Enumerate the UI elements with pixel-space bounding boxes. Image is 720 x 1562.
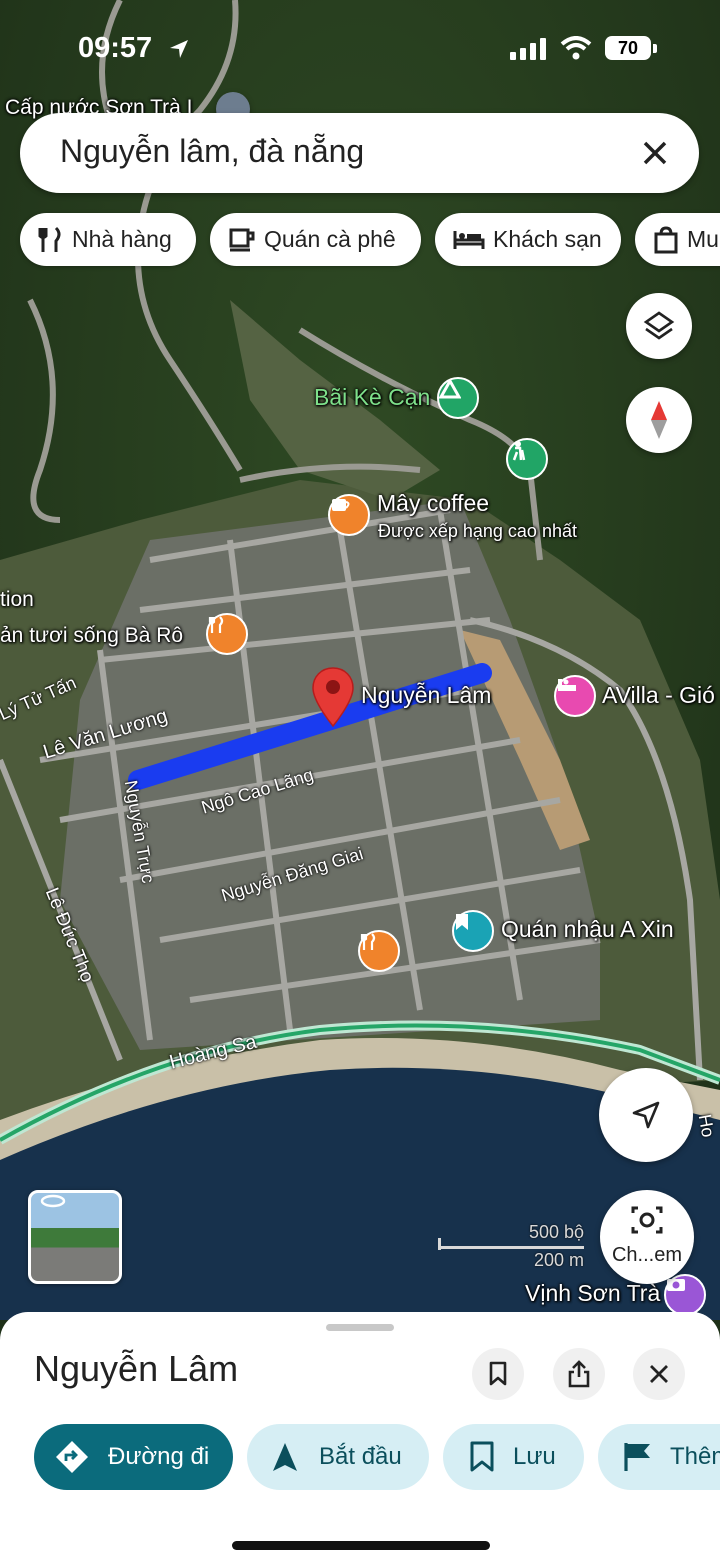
lens-button[interactable]: Ch...em [600,1190,694,1284]
chip-restaurants[interactable]: Nhà hàng [20,213,196,266]
clear-search-icon[interactable] [633,131,677,175]
scale-label-feet: 500 bộ [528,1222,584,1242]
place-title: Nguyễn Lâm [34,1348,239,1389]
more-label: Thêm [670,1443,720,1470]
poi-label-may-coffee[interactable]: Mây coffee [377,490,489,517]
street-view-rotate-icon [40,1194,66,1208]
directions-label: Đường đi [108,1443,210,1470]
compass-icon [651,401,667,439]
street-view-thumbnail[interactable] [28,1190,122,1284]
navigation-arrow-icon [273,1443,297,1471]
layers-button[interactable] [626,293,692,359]
directions-button[interactable]: Đường đi [34,1424,233,1490]
coffee-cup-icon [229,228,255,251]
place-bottom-sheet[interactable]: Nguyễn Lâm Đường đi Bắt đầu Lưu Thêm [0,1312,720,1562]
status-bar: 09:57 70 [0,30,720,70]
bed-icon [453,230,485,249]
poi-label-hai-san[interactable]: ản tươi sống Bà Rô [0,624,183,648]
scale-line [438,1246,584,1249]
poi-label-selected[interactable]: Nguyễn Lâm [361,682,491,709]
save-place-button[interactable] [472,1348,524,1400]
cellular-signal-icon [510,38,546,60]
flag-icon [624,1443,650,1471]
bookmark-icon [470,1441,494,1472]
wifi-icon [560,36,592,60]
bar-pin-icon[interactable] [452,910,494,952]
start-label: Bắt đầu [319,1443,402,1470]
chip-cafes[interactable]: Quán cà phê [210,213,421,266]
close-icon [650,1365,668,1383]
scale-label-meters: 200 m [533,1250,584,1270]
selected-location-pin-icon[interactable] [311,666,355,728]
map-scale-bar: 500 bộ 200 m [436,1222,586,1270]
search-query[interactable]: Nguyễn lâm, đà nẵng [60,133,364,170]
chip-shopping[interactable]: Mu [635,213,720,266]
poi-label-may-coffee-sub: Được xếp hạng cao nhất [378,521,577,541]
battery-cap [653,44,657,53]
shopping-bag-icon [654,225,678,253]
scale-tick [438,1238,441,1250]
camera-search-icon [631,1206,663,1234]
share-icon [568,1360,590,1388]
save-button[interactable]: Lưu [443,1424,584,1490]
compass-button[interactable] [626,387,692,453]
chip-label: Nhà hàng [72,226,172,252]
status-time: 09:57 [78,32,153,64]
chip-label: Quán cà phê [264,226,396,252]
poi-label-bai-ke-can[interactable]: Bãi Kè Cạn [314,384,430,411]
lens-button-label: Ch...em [611,1244,683,1266]
poi-label-avilla[interactable]: AVilla - Gió [602,682,715,709]
start-button[interactable]: Bắt đầu [247,1424,429,1490]
poi-label-quan-nhau[interactable]: Quán nhậu A Xin [501,916,674,943]
battery-indicator: 70 [605,36,651,60]
directions-icon [56,1441,88,1473]
fork-knife-icon [38,226,61,252]
navigation-arrow-icon [632,1101,660,1129]
coffee-pin-icon[interactable] [328,494,370,536]
bookmark-icon [489,1361,507,1386]
location-arrow-icon [170,40,188,58]
more-button[interactable]: Thêm [598,1424,720,1490]
layers-icon [643,311,675,340]
camera-pin-icon[interactable] [664,1274,706,1316]
hotel-pin-icon[interactable] [554,675,596,717]
close-sheet-button[interactable] [633,1348,685,1400]
camping-tent-icon[interactable] [437,377,479,419]
road-label-ho: Ho [694,1112,719,1139]
restaurant-pin-icon[interactable] [358,930,400,972]
chip-label: Khách sạn [493,226,602,252]
hiking-trail-icon[interactable] [506,438,548,480]
sheet-drag-handle[interactable] [326,1324,394,1331]
home-indicator[interactable] [232,1541,490,1550]
search-bar[interactable]: Nguyễn lâm, đà nẵng [20,113,699,193]
chip-hotels[interactable]: Khách sạn [435,213,621,266]
poi-label-vinh-son-tra[interactable]: Vịnh Sơn Trà [525,1280,660,1307]
share-button[interactable] [553,1348,605,1400]
restaurant-pin-icon[interactable] [206,613,248,655]
chip-label: Mu [687,226,719,252]
save-label: Lưu [513,1443,556,1470]
my-location-button[interactable] [599,1068,693,1162]
poi-label-tion[interactable]: tion [0,588,34,612]
